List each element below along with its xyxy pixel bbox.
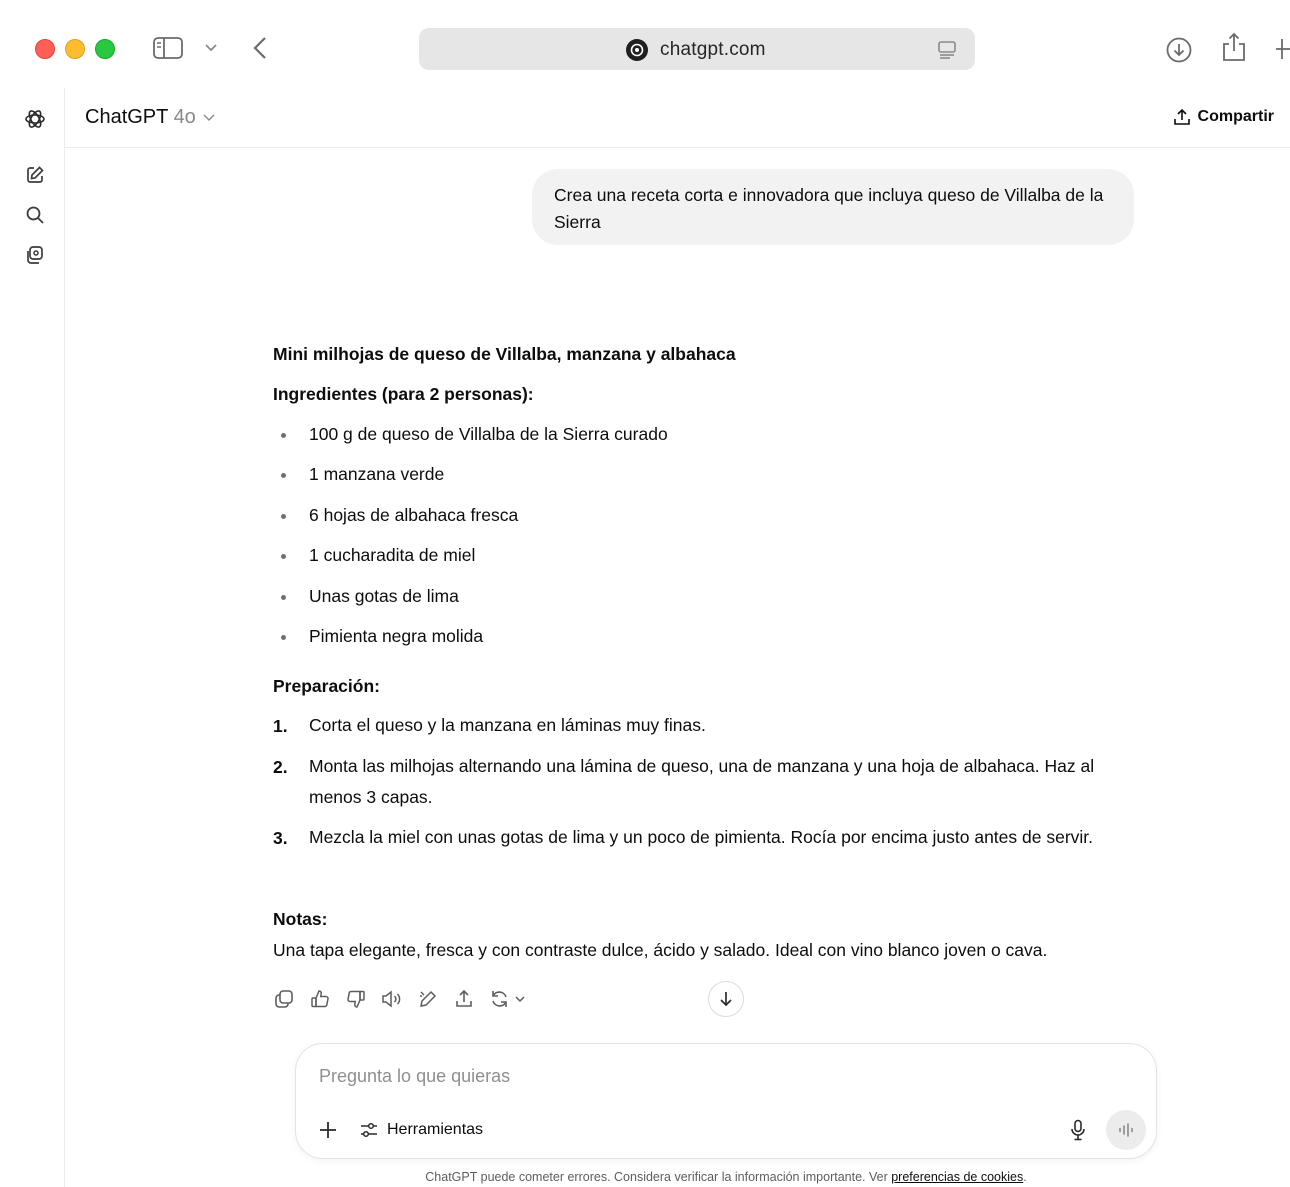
ingredients-heading: Ingredientes (para 2 personas): — [273, 384, 534, 404]
zoom-window-button[interactable] — [95, 39, 115, 59]
thumbs-down-icon[interactable] — [345, 988, 367, 1010]
waveform-icon — [1117, 1122, 1135, 1138]
tools-button[interactable]: Herramientas — [359, 1118, 483, 1142]
chatgpt-logo-icon[interactable] — [22, 106, 48, 132]
preparation-heading: Preparación: — [273, 676, 380, 696]
microphone-button[interactable] — [1066, 1118, 1090, 1142]
share-page-icon[interactable] — [1221, 32, 1247, 62]
scroll-to-bottom-button[interactable] — [708, 981, 744, 1017]
reader-icon[interactable] — [936, 39, 958, 61]
voice-mode-button[interactable] — [1106, 1110, 1146, 1150]
thumbs-up-icon[interactable] — [309, 988, 331, 1010]
recipe-title: Mini milhojas de queso de Villalba, manz… — [273, 344, 736, 364]
user-message: Crea una receta corta e innovadora que i… — [532, 169, 1134, 245]
read-aloud-icon[interactable] — [381, 988, 403, 1010]
disclaimer-suffix: . — [1023, 1170, 1027, 1184]
site-favicon-icon — [626, 39, 648, 61]
notes-heading: Notas: — [273, 909, 328, 929]
bullet-icon — [281, 514, 286, 519]
bullet-icon — [281, 473, 286, 478]
back-icon[interactable] — [250, 35, 270, 61]
notes-text: Una tapa elegante, fresca y con contrast… — [273, 940, 1048, 960]
disclaimer-text: ChatGPT puede cometer errores. Considera… — [425, 1170, 892, 1184]
sidebar-toggle-icon[interactable] — [152, 36, 184, 60]
library-icon[interactable] — [22, 242, 48, 268]
chevron-down-icon[interactable] — [203, 41, 219, 55]
left-rail — [0, 88, 65, 1187]
search-icon[interactable] — [22, 202, 48, 228]
arrow-down-icon — [717, 990, 735, 1008]
model-version: 4o — [173, 106, 196, 128]
minimize-window-button[interactable] — [65, 39, 85, 59]
step-number: 3. — [273, 828, 288, 848]
chevron-down-icon — [203, 114, 215, 122]
step-text: Mezcla la miel con unas gotas de lima y … — [309, 827, 1094, 847]
bullet-icon — [281, 635, 286, 640]
attach-button[interactable] — [316, 1118, 340, 1142]
new-chat-icon[interactable] — [22, 162, 48, 188]
step-text: Corta el queso y la manzana en láminas m… — [309, 715, 706, 735]
bullet-icon — [281, 433, 286, 438]
address-bar[interactable]: chatgpt.com — [419, 28, 975, 70]
close-window-button[interactable] — [35, 39, 55, 59]
share-label: Compartir — [1197, 108, 1274, 125]
new-tab-icon[interactable] — [1276, 38, 1290, 60]
copy-icon[interactable] — [273, 988, 295, 1010]
disclaimer: ChatGPT puede cometer errores. Considera… — [0, 1170, 1290, 1184]
cookie-preferences-link[interactable]: preferencias de cookies — [891, 1170, 1023, 1184]
chat-header: ChatGPT 4o Compartir — [65, 88, 1290, 148]
step-text: Monta las milhojas alternando una lámina… — [309, 756, 1095, 807]
share-button[interactable]: Compartir — [1173, 108, 1274, 126]
model-name: ChatGPT — [85, 106, 168, 128]
step-number: 2. — [273, 757, 288, 777]
bullet-icon — [281, 554, 286, 559]
step-number: 1. — [273, 716, 288, 736]
sliders-icon — [359, 1120, 379, 1140]
regenerate-icon[interactable] — [489, 988, 529, 1010]
tools-label: Herramientas — [387, 1121, 484, 1138]
share-icon — [1173, 108, 1191, 126]
message-input[interactable]: Pregunta lo que quieras — [319, 1066, 510, 1087]
browser-toolbar: chatgpt.com — [0, 0, 1290, 88]
bullet-icon — [281, 595, 286, 600]
url-text: chatgpt.com — [660, 39, 766, 60]
downloads-icon[interactable] — [1165, 36, 1193, 64]
edit-canvas-icon[interactable] — [417, 988, 439, 1010]
share-icon[interactable] — [453, 988, 475, 1010]
model-selector[interactable]: ChatGPT 4o — [85, 106, 215, 129]
composer: Pregunta lo que quieras Herramientas — [295, 1043, 1157, 1159]
